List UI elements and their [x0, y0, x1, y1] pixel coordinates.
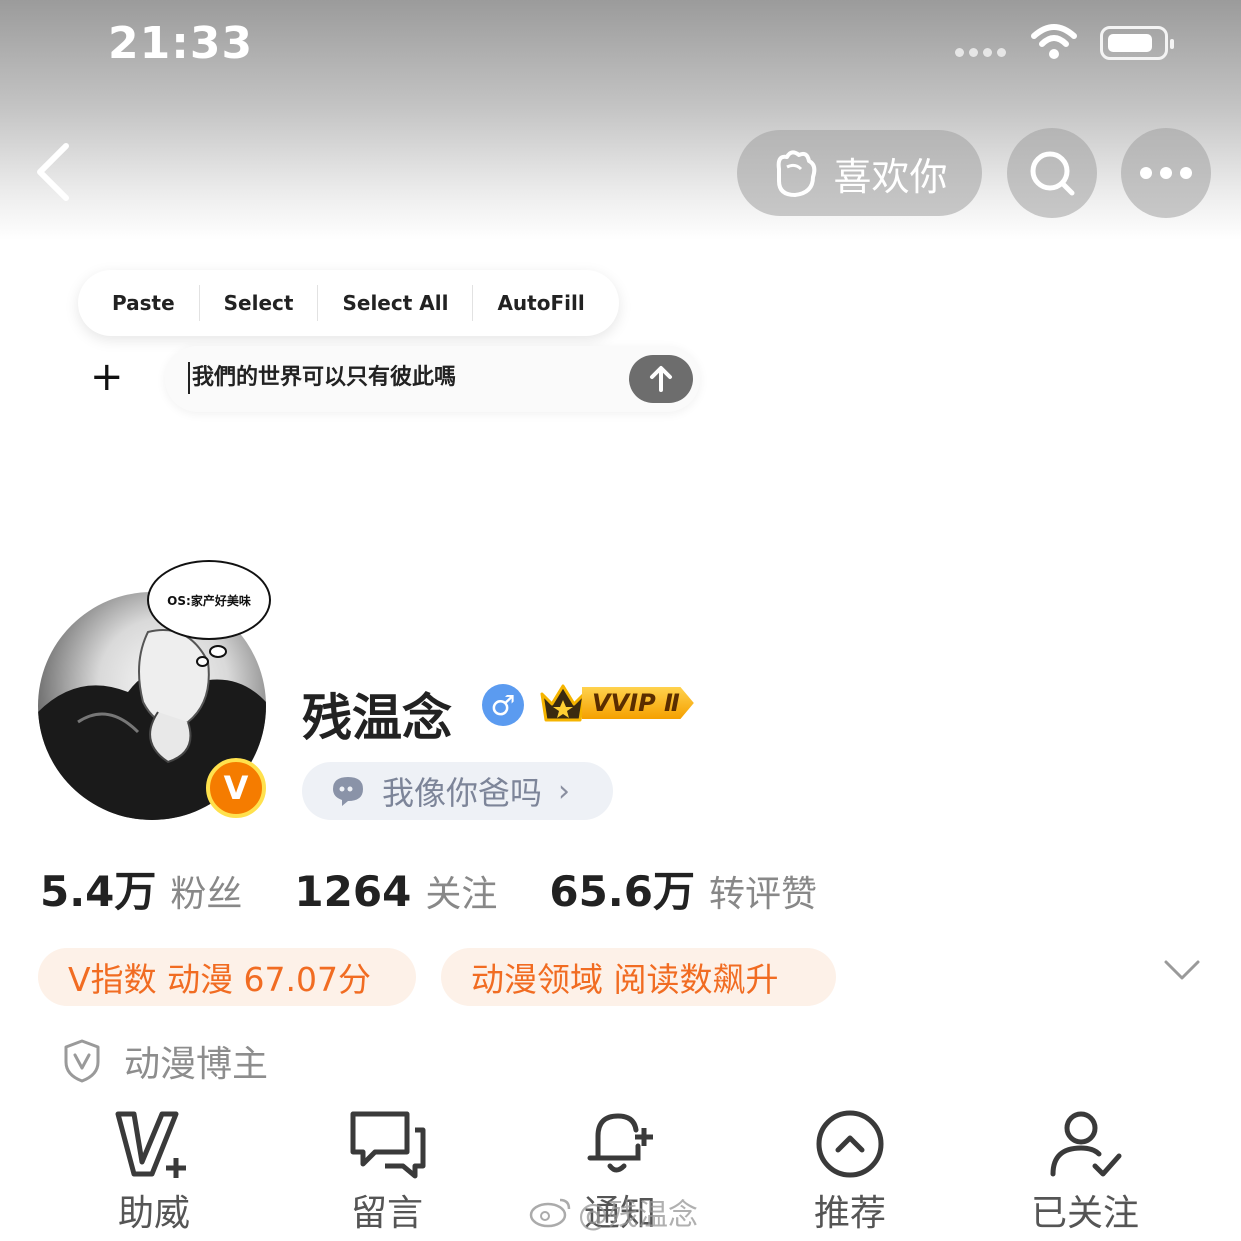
- like-you-label: 喜欢你: [833, 154, 948, 199]
- status-time: 21:33: [108, 18, 254, 69]
- v-index-tag[interactable]: V指数 动漫 67.07分: [38, 948, 416, 1006]
- chevron-down-icon: [1164, 960, 1200, 980]
- speech-bubble-dot: [209, 645, 227, 658]
- chevron-right-icon: ›: [558, 773, 571, 809]
- menu-item-select[interactable]: Select: [200, 285, 318, 321]
- verification-row: 动漫博主: [62, 1035, 268, 1087]
- send-button[interactable]: [629, 355, 693, 403]
- followers-label[interactable]: 粉丝: [170, 865, 242, 917]
- verification-text: 动漫博主: [124, 1044, 269, 1085]
- cheer-button[interactable]: 助威: [74, 1108, 234, 1236]
- engagement-count[interactable]: 65.6万: [549, 858, 695, 919]
- verified-badge-icon: V: [206, 758, 266, 818]
- vvip-badge[interactable]: VVIP Ⅱ: [538, 682, 694, 724]
- motto-text: 我像你爸吗: [382, 774, 543, 812]
- more-options-button[interactable]: [1121, 128, 1211, 218]
- domain-trend-tag[interactable]: 动漫领域 阅读数飙升: [441, 948, 836, 1006]
- following-count[interactable]: 1264: [294, 867, 411, 916]
- engagement-label[interactable]: 转评赞: [709, 865, 817, 917]
- following-button[interactable]: 已关注: [1005, 1108, 1165, 1236]
- following-label: 已关注: [1030, 1193, 1139, 1234]
- wifi-icon: [1030, 22, 1078, 66]
- more-dots-icon: [1140, 167, 1192, 179]
- arrow-up-icon: [650, 366, 672, 392]
- chat-input-text: 我們的世界可以只有彼此嗎: [188, 362, 456, 394]
- v-plus-icon: [115, 1111, 186, 1178]
- text-context-menu: Paste Select Select All AutoFill: [78, 270, 619, 336]
- speech-bubble: OS:家产好美味: [147, 560, 271, 640]
- battery-icon: [1100, 26, 1174, 60]
- message-icon: [350, 1111, 426, 1179]
- fist-icon: [777, 150, 817, 197]
- menu-item-paste[interactable]: Paste: [88, 285, 199, 321]
- chat-bubble-icon: [333, 777, 363, 806]
- search-button[interactable]: [1007, 128, 1097, 218]
- search-icon: [1030, 151, 1075, 196]
- cheer-label: 助威: [117, 1193, 190, 1234]
- speech-bubble-dot: [196, 656, 209, 667]
- weibo-logo-icon: [529, 1198, 571, 1228]
- recommend-button[interactable]: 推荐: [770, 1108, 930, 1236]
- shield-v-icon: [64, 1039, 100, 1083]
- like-you-button[interactable]: 喜欢你: [737, 130, 982, 216]
- watermark-text: @残温念: [578, 1198, 698, 1233]
- stats-row: 5.4万 粉丝 1264 关注 65.6万 转评赞: [40, 858, 869, 919]
- back-button[interactable]: [30, 140, 76, 208]
- followers-count[interactable]: 5.4万: [40, 858, 156, 919]
- weibo-watermark: @残温念: [528, 1190, 698, 1234]
- male-gender-icon: ♂: [482, 684, 524, 726]
- username: 残温念: [302, 689, 452, 747]
- menu-item-select-all[interactable]: Select All: [318, 285, 472, 321]
- user-check-icon: [1050, 1111, 1122, 1177]
- menu-item-autofill[interactable]: AutoFill: [473, 285, 608, 321]
- message-button[interactable]: 留言: [307, 1108, 467, 1236]
- crown-icon: [540, 684, 586, 722]
- up-circle-icon: [816, 1110, 884, 1178]
- recommend-label: 推荐: [813, 1193, 886, 1234]
- following-label[interactable]: 关注: [425, 865, 497, 917]
- vvip-label: VVIP Ⅱ: [582, 687, 694, 719]
- plus-icon[interactable]: +: [90, 355, 124, 399]
- motto-pill[interactable]: 我像你爸吗 ›: [302, 762, 613, 820]
- bell-plus-icon: [587, 1113, 653, 1173]
- message-label: 留言: [350, 1193, 423, 1234]
- expand-button[interactable]: [1162, 958, 1202, 986]
- chevron-left-icon: [37, 143, 69, 201]
- cellular-signal-icon: [955, 48, 1006, 57]
